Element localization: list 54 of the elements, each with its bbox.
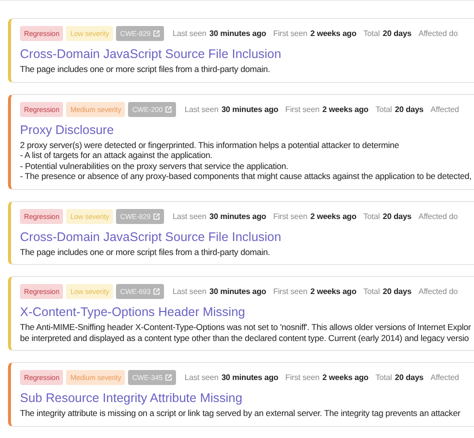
description-line: - Potential vulnerabilities on the proxy servers that service the application. — [20, 160, 288, 171]
meta-value: 30 minutes ago — [209, 212, 266, 220]
meta-value: 2 weeks ago — [322, 373, 368, 382]
meta-value: 20 days — [382, 212, 412, 220]
meta-label: Affected do — [418, 29, 458, 38]
meta-label: Total — [375, 104, 392, 114]
meta-label: Total — [375, 373, 392, 382]
meta-value: 20 days — [394, 104, 424, 114]
description-line: The integrity attribute is missing on a script or link tag served by an external server. The integrity tag prevents an attacker — [20, 408, 460, 418]
description-line: 2 proxy server(s) were detected or fingerprinted. This information helps a potential attacker to determine — [20, 140, 399, 150]
external-link-icon — [164, 374, 172, 381]
meta-label: Affected do — [418, 212, 458, 220]
meta-value: 20 days — [382, 29, 412, 38]
meta-label: Last seen — [172, 212, 206, 220]
meta-label: Affected do — [418, 287, 458, 296]
description-line: - The presence or absence of any proxy-based components that might cause attacks against the application to be detected, — [20, 171, 472, 182]
meta-label: Total — [363, 287, 380, 296]
description-line: - A list of targets for an attack against the application. — [20, 150, 212, 160]
alert-title[interactable]: Cross-Domain JavaScript Source File Inclusion — [20, 230, 474, 244]
meta-label: Total — [363, 29, 380, 38]
meta-value: 20 days — [382, 287, 412, 296]
meta-label: Last seen — [184, 104, 218, 114]
external-link-icon — [152, 288, 160, 295]
alert-title[interactable]: Sub Resource Integrity Attribute Missing — [20, 391, 474, 405]
meta-label: Total — [363, 212, 380, 220]
meta-value: 30 minutes ago — [209, 29, 266, 38]
meta-label: First seen — [285, 104, 320, 114]
meta-label: Affected — [430, 104, 459, 114]
description-line: The Anti-MIME-Sniffing header X-Content-Type-Options was not set to 'nosniff'. This allows older versions of Internet Explor — [20, 322, 471, 332]
meta-value: 2 weeks ago — [310, 29, 356, 38]
meta-label: First seen — [273, 212, 308, 220]
meta-label: First seen — [273, 29, 308, 38]
meta-label: First seen — [273, 287, 308, 296]
external-link-icon — [164, 106, 172, 112]
external-link-icon — [152, 30, 160, 37]
meta-label: Affected — [430, 373, 459, 382]
meta-value: 30 minutes ago — [221, 373, 278, 382]
alert-title[interactable]: X-Content-Type-Options Header Missing — [20, 305, 474, 319]
alert-title[interactable]: Proxy Disclosure — [20, 122, 474, 136]
description-line: be interpreted and displayed as a content type other than the declared content type. Current (early 2014) and legacy versio — [20, 332, 469, 343]
meta-label: Last seen — [184, 373, 218, 382]
meta-label: First seen — [285, 373, 320, 382]
meta-value: 2 weeks ago — [310, 212, 356, 220]
alert-title[interactable]: Cross-Domain JavaScript Source File Inclusion — [20, 47, 474, 61]
meta-value: 2 weeks ago — [322, 104, 368, 114]
meta-label: Last seen — [172, 29, 206, 38]
meta-label: Last seen — [172, 287, 206, 296]
meta-value: 20 days — [394, 373, 424, 382]
meta-value: 2 weeks ago — [310, 287, 356, 296]
description-line: The page includes one or more script files from a third-party domain. — [20, 246, 270, 257]
external-link-icon — [152, 212, 160, 220]
meta-value: 30 minutes ago — [209, 287, 266, 296]
meta-value: 30 minutes ago — [221, 104, 278, 114]
description-line: The page includes one or more script files from a third-party domain. — [20, 64, 270, 74]
